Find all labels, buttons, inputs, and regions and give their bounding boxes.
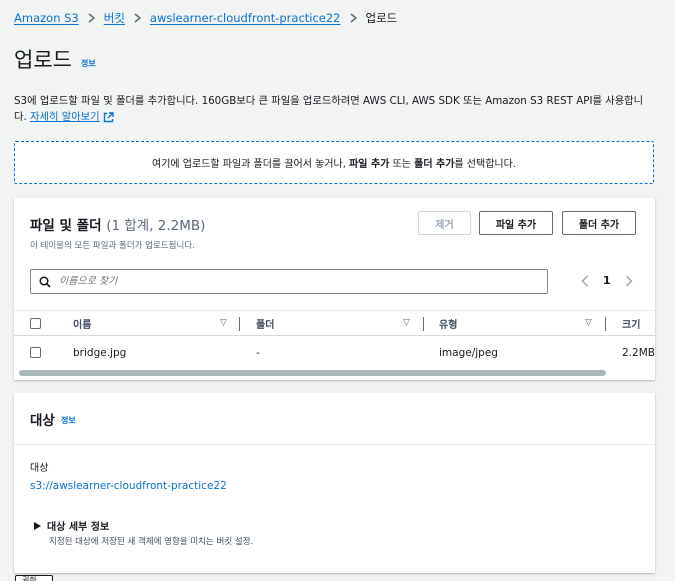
files-subtitle: 이 테이블의 모든 파일과 폴더가 업로드됩니다. xyxy=(30,241,195,251)
external-link-icon xyxy=(103,111,114,123)
page-description: S3에 업로드할 파일 및 폴더를 추가합니다. 160GB보다 큰 파일을 업… xyxy=(14,93,664,125)
destination-info-link[interactable]: 정보 xyxy=(61,415,76,426)
column-resizer[interactable] xyxy=(605,317,606,331)
row-checkbox-cell xyxy=(30,339,41,366)
chevron-right-icon xyxy=(350,13,357,23)
dropzone-add-files: 파일 추가 xyxy=(349,159,390,170)
permissions-section-partial[interactable]: 권한 xyxy=(15,575,53,581)
page-title: 업로드 xyxy=(14,48,72,72)
breadcrumb-item-bucket[interactable]: awslearner-cloudfront-practice22 xyxy=(150,11,341,25)
table-header: 이름 ▽ 폴더 ▽ 유형 ▽ 크기 xyxy=(14,310,655,336)
cell-size: 2.2MB xyxy=(622,346,655,359)
column-resizer[interactable] xyxy=(423,317,424,331)
breadcrumb-current: 업로드 xyxy=(365,11,398,25)
description-line-1: S3에 업로드할 파일 및 폴더를 추가합니다. 160GB보다 큰 파일을 업… xyxy=(14,95,644,107)
destination-path-link[interactable]: s3://awslearner-cloudfront-practice22 xyxy=(30,480,227,492)
dropzone-add-folder: 폴더 추가 xyxy=(414,159,455,170)
column-header-name[interactable]: 이름 xyxy=(73,311,91,335)
select-all-checkbox[interactable] xyxy=(30,317,41,329)
remove-button[interactable]: 제거 xyxy=(418,211,471,235)
row-checkbox[interactable] xyxy=(30,347,41,358)
dropzone-text-end: 를 선택합니다. xyxy=(454,159,516,170)
description-end: 다. xyxy=(14,111,27,123)
add-folder-button[interactable]: 폴더 추가 xyxy=(562,211,636,235)
destination-details-toggle[interactable]: 대상 세부 정보 xyxy=(34,518,109,533)
sort-down-icon[interactable]: ▽ xyxy=(220,311,227,335)
search-input[interactable] xyxy=(59,276,519,287)
cell-folder: - xyxy=(256,346,260,359)
files-count: (1 합계, 2.2MB) xyxy=(106,218,206,234)
destination-details-description: 지정된 대상에 저장된 새 객체에 영향을 미치는 버킷 설정. xyxy=(49,537,254,547)
column-header-size[interactable]: 크기 xyxy=(622,311,640,335)
pagination: 1 xyxy=(581,274,633,287)
column-resizer[interactable] xyxy=(239,317,240,331)
sort-down-icon[interactable]: ▽ xyxy=(403,311,410,335)
cell-name: bridge.jpg xyxy=(73,346,127,359)
chevron-left-icon[interactable] xyxy=(581,274,589,287)
breadcrumb-item-buckets[interactable]: 버킷 xyxy=(104,10,125,26)
dropzone-text-or: 또는 xyxy=(389,159,415,170)
destination-header xyxy=(14,393,655,445)
destination-details-title: 대상 세부 정보 xyxy=(47,522,110,533)
page-number[interactable]: 1 xyxy=(603,274,611,287)
search-icon xyxy=(39,275,51,288)
select-all-checkbox-cell xyxy=(30,311,41,335)
breadcrumb-item-s3[interactable]: Amazon S3 xyxy=(14,11,79,25)
files-panel: 파일 및 폴더 (1 합계, 2.2MB) 이 테이블의 모든 파일과 폴더가 … xyxy=(14,198,655,380)
destination-label: 대상 xyxy=(30,463,49,474)
scrollbar-thumb[interactable] xyxy=(19,370,606,376)
table-row: bridge.jpg - image/jpeg 2.2MB xyxy=(14,339,655,366)
add-files-button[interactable]: 파일 추가 xyxy=(479,211,553,235)
breadcrumb: Amazon S3 버킷 awslearner-cloudfront-pract… xyxy=(14,10,397,26)
destination-panel: 대상 정보 대상 s3://awslearner-cloudfront-prac… xyxy=(14,393,655,573)
permissions-label: 권한 xyxy=(22,576,37,581)
description-line-2: 다. 자세히 알아보기 xyxy=(14,109,664,125)
files-title-text: 파일 및 폴더 xyxy=(30,218,102,234)
learn-more-link[interactable]: 자세히 알아보기 xyxy=(30,109,100,125)
column-header-folder[interactable]: 폴더 xyxy=(256,311,274,335)
caret-right-icon xyxy=(34,521,41,530)
info-link[interactable]: 정보 xyxy=(81,58,96,69)
files-title: 파일 및 폴더 (1 합계, 2.2MB) xyxy=(30,214,205,234)
cell-type: image/jpeg xyxy=(439,346,498,359)
destination-title: 대상 xyxy=(30,413,55,429)
sort-down-icon[interactable]: ▽ xyxy=(585,311,592,335)
chevron-right-icon xyxy=(88,13,95,23)
search-field[interactable] xyxy=(30,269,548,294)
chevron-right-icon xyxy=(134,13,141,23)
chevron-right-icon[interactable] xyxy=(625,274,633,287)
column-header-type[interactable]: 유형 xyxy=(439,311,457,335)
dropzone-text: 여기에 업로드할 파일과 폴더를 끌어서 놓거나, xyxy=(152,159,350,170)
upload-dropzone[interactable]: 여기에 업로드할 파일과 폴더를 끌어서 놓거나, 파일 추가 또는 폴더 추가… xyxy=(14,141,654,184)
